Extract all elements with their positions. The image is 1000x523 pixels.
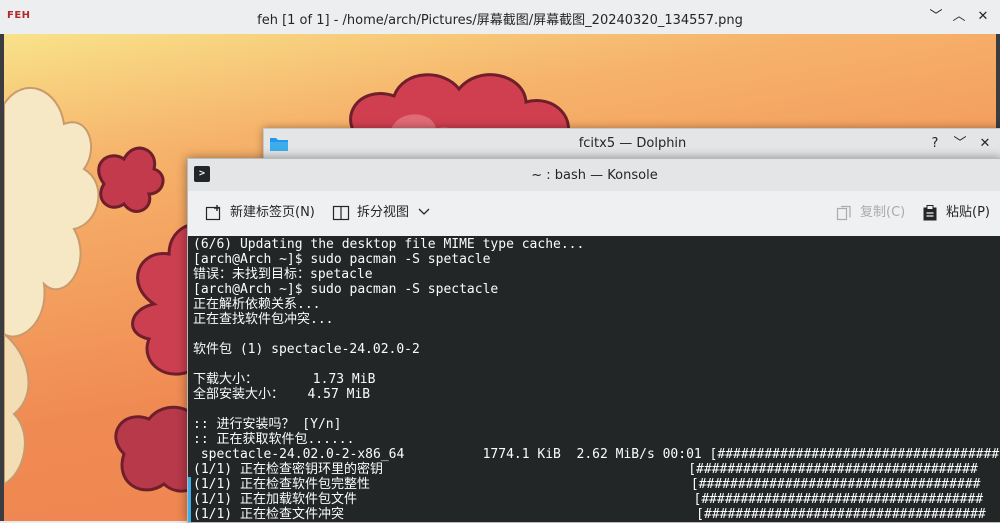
- terminal-line: (1/1) 正在检查密钥环里的密钥 [#####################…: [193, 462, 978, 477]
- terminal-line: (1/1) 正在检查软件包完整性 [######################…: [188, 477, 981, 492]
- konsole-titlebar[interactable]: > ~ : bash — Konsole: [188, 159, 1000, 191]
- copy-icon: [835, 204, 853, 222]
- terminal-line: :: 正在获取软件包......: [193, 432, 355, 447]
- paste-icon: [921, 204, 939, 222]
- terminal-line: (1/1) 正在加载软件包文件 [#######################…: [188, 492, 984, 507]
- terminal-line: 全部安装大小： 4.57 MiB: [193, 387, 371, 402]
- terminal-line: :: 进行安装吗？ [Y/n]: [193, 417, 342, 432]
- copy-label: 复制(C): [860, 205, 906, 220]
- konsole-window: > ~ : bash — Konsole 新建标签页(N) 拆分视图 复制(C): [187, 158, 1000, 523]
- feh-close-button[interactable]: ✕: [973, 7, 993, 27]
- paste-label: 粘贴(P): [946, 205, 990, 220]
- feh-window-title: feh [1 of 1] - /home/arch/Pictures/屏幕截图/…: [257, 13, 743, 28]
- terminal-line: spectacle-24.02.0-2-x86_64 1774.1 KiB 2.…: [193, 447, 1000, 462]
- terminal-line: [arch@Arch ~]$ sudo pacman -S spectacle: [193, 282, 499, 297]
- feh-maximize-button[interactable]: ︿: [949, 7, 969, 27]
- terminal-line: 正在查找软件包冲突...: [193, 312, 334, 327]
- terminal-line: (1/1) 正在检查文件冲突 [########################…: [188, 507, 986, 522]
- terminal-output[interactable]: (6/6) Updating the desktop file MIME typ…: [188, 236, 1000, 522]
- dolphin-help-button[interactable]: ?: [926, 134, 944, 154]
- terminal-line: 下载大小： 1.73 MiB: [193, 372, 376, 387]
- terminal-line: 软件包 (1) spectacle-24.02.0-2: [193, 342, 420, 357]
- terminal-line: (6/6) Updating the desktop file MIME typ…: [193, 237, 585, 252]
- feh-titlebar[interactable]: FEH feh [1 of 1] - /home/arch/Pictures/屏…: [0, 0, 1000, 35]
- dolphin-titlebar[interactable]: fcitx5 — Dolphin ? ﹀ ✕: [264, 129, 1000, 159]
- konsole-window-title: ~ : bash — Konsole: [531, 168, 658, 183]
- paste-button[interactable]: 粘贴(P): [921, 203, 990, 223]
- split-view-label: 拆分视图: [357, 205, 410, 220]
- dolphin-close-button[interactable]: ✕: [976, 134, 994, 154]
- terminal-line: 错误：未找到目标：spetacle: [193, 267, 373, 282]
- chevron-down-icon: [418, 203, 430, 223]
- new-tab-icon: [205, 204, 223, 222]
- feh-minimize-button[interactable]: ﹀: [926, 7, 946, 27]
- dolphin-minimize-button[interactable]: ﹀: [951, 134, 969, 154]
- new-tab-label: 新建标签页(N): [230, 205, 315, 220]
- dolphin-window-title: fcitx5 — Dolphin: [578, 136, 687, 151]
- copy-button[interactable]: 复制(C): [835, 203, 905, 223]
- terminal-line: 正在解析依赖关系...: [193, 297, 321, 312]
- new-tab-button[interactable]: 新建标签页(N): [205, 203, 315, 223]
- split-view-icon: [332, 204, 350, 222]
- split-view-button[interactable]: 拆分视图: [332, 203, 430, 223]
- terminal-line: [arch@Arch ~]$ sudo pacman -S spetacle: [193, 252, 491, 267]
- konsole-toolbar: 新建标签页(N) 拆分视图 复制(C) 粘贴(P): [188, 191, 1000, 237]
